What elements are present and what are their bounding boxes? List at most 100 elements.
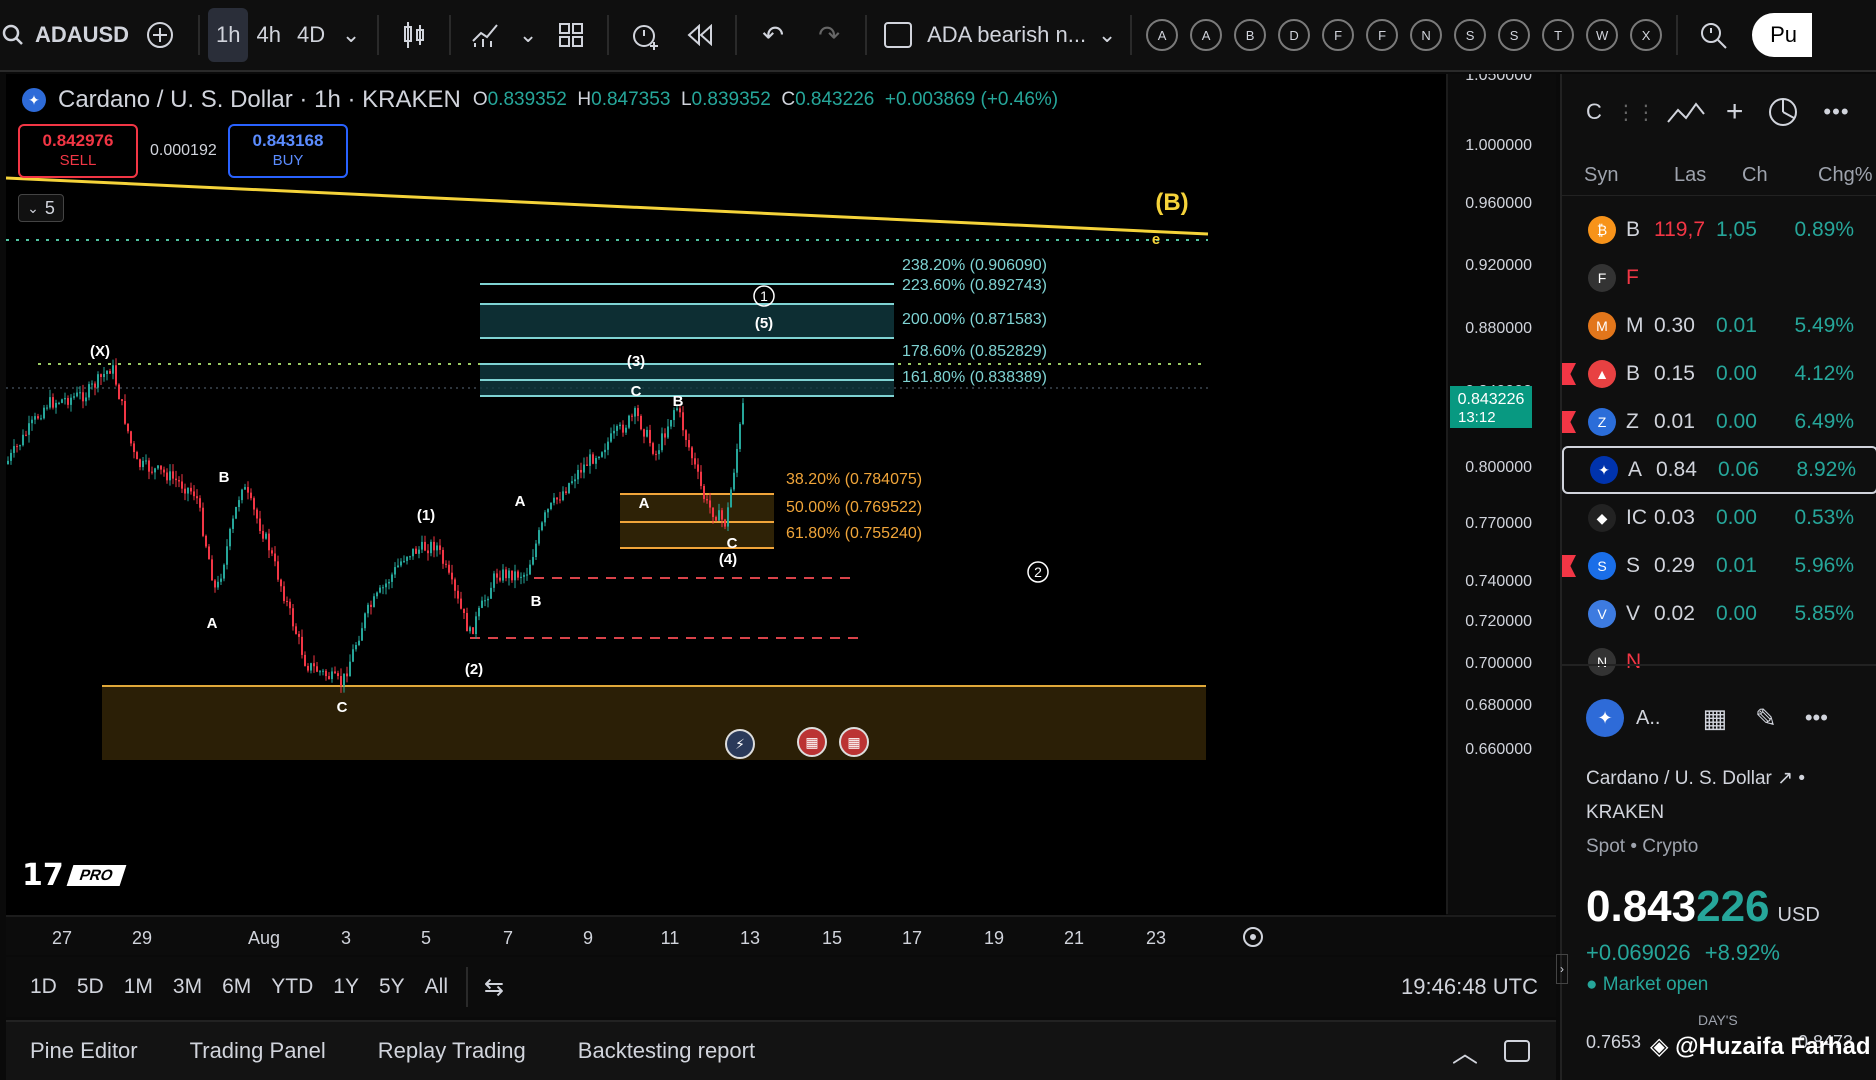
candle <box>616 424 618 436</box>
watchlist-title[interactable]: C <box>1586 99 1602 125</box>
chart-type-button[interactable] <box>387 0 441 71</box>
range-1m[interactable]: 1M <box>124 975 153 999</box>
redo-button[interactable]: ↷ <box>801 0 857 71</box>
layouts-button[interactable] <box>543 0 599 71</box>
layout-name-button[interactable]: ADA bearish n... <box>921 0 1092 71</box>
watermark: ◈ @Huzaifa Farhad <box>1650 1032 1871 1061</box>
range-5d[interactable]: 5D <box>77 975 104 999</box>
collapse-sidebar-button[interactable]: › <box>1556 954 1568 984</box>
watchlist-row[interactable]: ✦ A 0.84 0.06 8.92% <box>1562 446 1876 494</box>
timeframe-4h[interactable]: 4h <box>248 8 288 62</box>
candle <box>52 393 54 410</box>
flag-icon[interactable] <box>1562 363 1576 385</box>
watchlist-shortcut-6[interactable]: N <box>1410 19 1443 51</box>
range-3m[interactable]: 3M <box>173 975 202 999</box>
layout-dropdown[interactable]: ⌄ <box>1092 0 1122 71</box>
watchlist-row[interactable]: V V 0.02 0.00 5.85% <box>1562 590 1876 638</box>
watchlist-shortcut-4[interactable]: F <box>1322 19 1355 51</box>
external-link-icon[interactable]: ↗ <box>1777 768 1793 789</box>
candle <box>598 456 600 460</box>
candle <box>367 602 369 618</box>
chart-pane[interactable]: 238.20% (0.906090) 223.60% (0.892743) 200.… <box>6 74 1446 954</box>
details-symbol[interactable]: A.. <box>1636 707 1660 730</box>
maximize-panel-icon[interactable] <box>1504 1040 1530 1062</box>
watchlist-row[interactable]: ◆ IC 0.03 0.00 0.53% <box>1562 494 1876 542</box>
watchlist-shortcut-11[interactable]: X <box>1630 19 1663 51</box>
watchlist-row[interactable]: FF <box>1562 254 1876 302</box>
watchlist-row[interactable]: S S 0.29 0.01 5.96% <box>1562 542 1876 590</box>
drag-handle-icon[interactable]: ⋮⋮ <box>1616 100 1656 125</box>
candle <box>517 569 519 581</box>
candle <box>151 466 153 475</box>
indicators-button[interactable] <box>459 0 513 71</box>
tab-backtesting-report[interactable]: Backtesting report <box>578 1038 755 1064</box>
watchlist-row[interactable]: Z Z 0.01 0.00 6.49% <box>1562 398 1876 446</box>
candle <box>691 445 693 465</box>
edit-icon[interactable]: ✎ <box>1755 703 1777 734</box>
add-symbol-icon[interactable]: + <box>1726 95 1744 129</box>
watchlist-row[interactable]: M M 0.30 0.01 5.49% <box>1562 302 1876 350</box>
range-5y[interactable]: 5Y <box>379 975 405 999</box>
watchlist-row[interactable]: ₿ B 119,7 1,05 0.89% <box>1562 206 1876 254</box>
replay-button[interactable] <box>673 0 727 71</box>
wave-label: C <box>631 383 642 400</box>
wave-label: 1 <box>760 288 768 304</box>
pie-chart-icon[interactable] <box>1765 94 1801 130</box>
col-change-pct[interactable]: Chg% <box>1818 164 1872 187</box>
range-1y[interactable]: 1Y <box>333 975 359 999</box>
timeframe-1h[interactable]: 1h <box>208 8 249 62</box>
tab-pine-editor[interactable]: Pine Editor <box>30 1038 138 1064</box>
legend-title[interactable]: Cardano / U. S. Dollar · 1h · KRAKEN <box>58 86 461 114</box>
tab-trading-panel[interactable]: Trading Panel <box>190 1038 326 1064</box>
price-scale[interactable]: 1.050000 1.000000 0.960000 0.920000 0.880000… <box>1446 67 1556 914</box>
watchlist-shortcut-7[interactable]: S <box>1454 19 1487 51</box>
range-ytd[interactable]: YTD <box>271 975 313 999</box>
details-name-line1[interactable]: Cardano / U. S. Dollar <box>1586 768 1772 789</box>
symbol-search[interactable]: ADAUSD <box>0 0 130 71</box>
details-name: Cardano / U. S. Dollar ↗ • KRAKEN Spot •… <box>1586 762 1876 864</box>
utc-clock[interactable]: 19:46:48 UTC <box>1401 974 1538 1000</box>
range-all[interactable]: All <box>425 975 448 999</box>
undo-button[interactable]: ↶ <box>745 0 801 71</box>
sell-button[interactable]: 0.842976 SELL <box>18 124 138 178</box>
alert-button[interactable] <box>617 0 673 71</box>
indicators-dropdown[interactable]: ⌄ <box>513 0 543 71</box>
watchlist-shortcut-0[interactable]: A <box>1146 19 1179 51</box>
grid-icon[interactable]: ▦ <box>1702 703 1727 734</box>
alert-chart-icon[interactable] <box>1664 92 1708 132</box>
time-scale[interactable]: 27 29 Aug 3 5 7 9 11 13 15 17 19 21 23 <box>6 915 1556 955</box>
range-6m[interactable]: 6M <box>222 975 251 999</box>
watchlist-row[interactable]: ▲ B 0.15 0.00 4.12% <box>1562 350 1876 398</box>
quick-search-button[interactable] <box>1686 0 1740 71</box>
chevron-up-icon[interactable]: ︿ <box>1452 1033 1478 1070</box>
col-last[interactable]: Las <box>1674 164 1728 187</box>
layout-square-button[interactable] <box>875 0 921 71</box>
buy-button[interactable]: 0.843168 BUY <box>228 124 348 178</box>
candle <box>319 670 321 676</box>
more-icon[interactable]: ••• <box>1823 99 1849 125</box>
timeframe-dropdown[interactable]: ⌄ <box>333 0 369 71</box>
timeframe-4d[interactable]: 4D <box>289 8 333 62</box>
watchlist-shortcut-8[interactable]: S <box>1498 19 1531 51</box>
candle <box>43 405 45 420</box>
watchlist-shortcut-2[interactable]: B <box>1234 19 1267 51</box>
col-symbol[interactable]: Syn <box>1584 164 1654 187</box>
watchlist-shortcut-3[interactable]: D <box>1278 19 1311 51</box>
compare-add-button[interactable] <box>130 0 190 71</box>
flag-icon[interactable] <box>1562 411 1576 433</box>
watchlist-shortcut-5[interactable]: F <box>1366 19 1399 51</box>
candle <box>694 452 696 469</box>
candle <box>664 428 666 446</box>
watchlist-shortcut-1[interactable]: A <box>1190 19 1223 51</box>
date-range-icon[interactable]: ⇆ <box>484 973 504 1002</box>
more-icon[interactable]: ••• <box>1805 705 1828 731</box>
tab-replay-trading[interactable]: Replay Trading <box>378 1038 526 1064</box>
watchlist-shortcut-10[interactable]: W <box>1586 19 1619 51</box>
watchlist-shortcut-9[interactable]: T <box>1542 19 1575 51</box>
flag-icon[interactable] <box>1562 555 1576 577</box>
indicator-collapse-button[interactable]: ⌄ 5 <box>18 194 64 222</box>
range-1d[interactable]: 1D <box>30 975 57 999</box>
col-change[interactable]: Ch <box>1742 164 1792 187</box>
publish-button[interactable]: Pu <box>1752 13 1813 57</box>
candle <box>580 462 582 479</box>
